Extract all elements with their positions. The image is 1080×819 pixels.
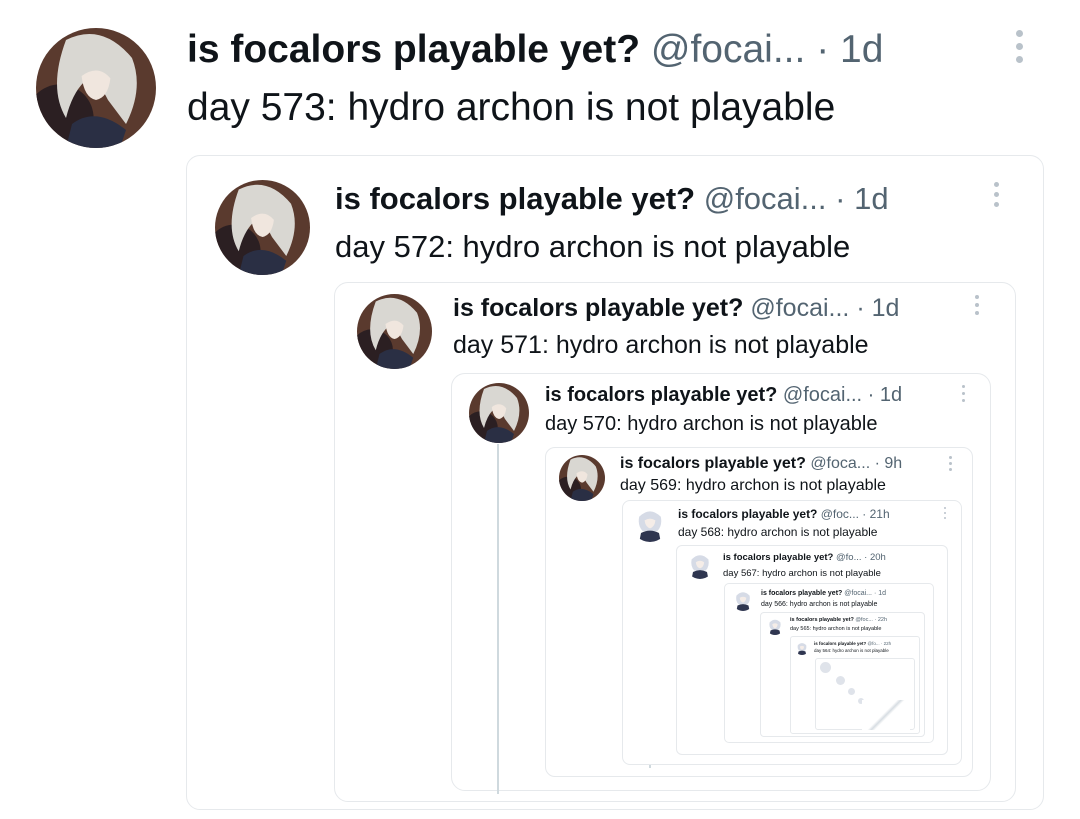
quote-post-day-566[interactable]: is focalors playable yet? @focai... · 1d…: [724, 583, 934, 615]
display-name[interactable]: is focalors playable yet?: [790, 617, 854, 623]
timestamp[interactable]: · 21h: [862, 507, 889, 521]
handle[interactable]: @focai...: [750, 294, 849, 322]
avatar[interactable]: [732, 589, 754, 611]
post-header: is focalors playable yet? @focai... · 1d: [187, 30, 883, 69]
post-header: is focalors playable yet? @focai... · 1d: [545, 385, 902, 405]
avatar[interactable]: [686, 551, 714, 579]
more-vertical-icon[interactable]: [991, 180, 1001, 212]
focalors-avatar-icon: [469, 383, 529, 443]
timestamp[interactable]: · 1d: [868, 384, 902, 406]
tweet-day-573[interactable]: is focalors playable yet? @focai... · 1d…: [0, 0, 1080, 150]
display-name[interactable]: is focalors playable yet?: [187, 28, 640, 71]
focalors-avatar-icon: [766, 617, 784, 635]
timestamp[interactable]: · 1d: [816, 28, 883, 71]
quote-post-day-570[interactable]: is focalors playable yet? @focai... · 1d…: [451, 373, 991, 453]
post-text: day 569: hydro archon is not playable: [620, 477, 886, 494]
post-text: day 566: hydro archon is not playable: [761, 601, 878, 608]
display-name[interactable]: is focalors playable yet?: [335, 181, 695, 216]
focalors-avatar-icon: [732, 589, 754, 611]
handle[interactable]: @focai...: [783, 384, 862, 406]
quote-post-day-572[interactable]: is focalors playable yet? @focai... · 1d…: [186, 155, 1044, 285]
post-header: is focalors playable yet? @focai... · 1d: [335, 183, 889, 214]
focalors-avatar-icon: [795, 641, 809, 655]
avatar: [820, 662, 831, 673]
post-text: day 573: hydro archon is not playable: [187, 86, 836, 129]
display-name[interactable]: is focalors playable yet?: [678, 507, 817, 521]
post-header: is focalors playable yet? @fo... · 20h: [723, 553, 886, 563]
post-text: day 567: hydro archon is not playable: [723, 568, 881, 579]
display-name[interactable]: is focalors playable yet?: [545, 384, 777, 406]
avatar[interactable]: [357, 294, 432, 369]
quote-post-day-571[interactable]: is focalors playable yet? @focai... · 1d…: [334, 282, 1016, 382]
more-vertical-icon[interactable]: [945, 455, 955, 473]
post-header: is focalors playable yet? @focai... · 1d: [453, 296, 899, 321]
focalors-avatar-icon: [357, 294, 432, 369]
post-header: is focalors playable yet? @foca... · 9h: [620, 456, 902, 472]
handle[interactable]: @fo...: [868, 641, 880, 646]
handle[interactable]: @foc...: [821, 507, 859, 521]
handle[interactable]: @focai...: [704, 181, 827, 216]
quote-post-day-569[interactable]: is focalors playable yet? @foca... · 9h …: [545, 447, 973, 507]
timestamp[interactable]: · 9h: [875, 455, 903, 472]
focalors-avatar-icon: [215, 180, 310, 275]
handle[interactable]: @foc...: [855, 617, 873, 623]
avatar[interactable]: [632, 506, 668, 542]
more-vertical-icon[interactable]: [940, 506, 950, 520]
avatar[interactable]: [469, 383, 529, 443]
handle[interactable]: @focai...: [651, 28, 805, 71]
handle[interactable]: @focai...: [844, 590, 872, 597]
quote-post-day-568[interactable]: is focalors playable yet? @foc... · 21h …: [622, 500, 962, 546]
avatar[interactable]: [215, 180, 310, 275]
post-text: day 571: hydro archon is not playable: [453, 331, 869, 359]
avatar: [836, 676, 845, 685]
handle[interactable]: @fo...: [836, 552, 862, 563]
timestamp[interactable]: · 22h: [874, 617, 887, 623]
post-text: day 564: hydro archon is not playable: [814, 648, 889, 653]
post-text: day 568: hydro archon is not playable: [678, 525, 878, 539]
avatar[interactable]: [559, 455, 605, 501]
avatar[interactable]: [766, 617, 784, 635]
more-vertical-icon[interactable]: [1014, 28, 1024, 68]
quote-post-day-565[interactable]: is focalors playable yet? @foc... · 22h …: [760, 612, 925, 638]
timestamp[interactable]: · 1d: [874, 590, 886, 597]
avatar[interactable]: [36, 28, 156, 148]
post-header: is focalors playable yet? @foc... · 22h: [790, 617, 887, 624]
post-header: is focalors playable yet? @fo... · 22h: [814, 641, 891, 647]
quote-post-day-567[interactable]: is focalors playable yet? @fo... · 20h d…: [676, 545, 948, 585]
display-name[interactable]: is focalors playable yet?: [761, 590, 842, 597]
display-name[interactable]: is focalors playable yet?: [723, 552, 833, 563]
timestamp[interactable]: · 1d: [835, 181, 888, 216]
display-name[interactable]: is focalors playable yet?: [814, 641, 866, 646]
handle[interactable]: @foca...: [810, 455, 870, 472]
focalors-avatar-icon: [36, 28, 156, 148]
recursive-fade: [862, 700, 910, 730]
post-header: is focalors playable yet? @foc... · 21h: [678, 508, 890, 520]
more-vertical-icon[interactable]: [958, 383, 968, 405]
focalors-avatar-icon: [559, 455, 605, 501]
post-text: day 565: hydro archon is not playable: [790, 626, 882, 632]
avatar[interactable]: [795, 641, 809, 655]
timestamp[interactable]: · 22h: [881, 641, 891, 646]
display-name[interactable]: is focalors playable yet?: [453, 294, 743, 322]
thread-line: [497, 444, 499, 794]
more-vertical-icon[interactable]: [972, 293, 982, 320]
focalors-avatar-icon: [632, 506, 668, 542]
quote-post-day-564[interactable]: is focalors playable yet? @fo... · 22h d…: [790, 636, 920, 658]
post-text: day 572: hydro archon is not playable: [335, 229, 851, 264]
timestamp[interactable]: · 1d: [856, 294, 899, 322]
avatar: [848, 688, 855, 695]
post-text: day 570: hydro archon is not playable: [545, 413, 878, 435]
display-name[interactable]: is focalors playable yet?: [620, 455, 806, 472]
focalors-avatar-icon: [686, 551, 714, 579]
timestamp[interactable]: · 20h: [864, 552, 886, 563]
post-header: is focalors playable yet? @focai... · 1d: [761, 590, 886, 597]
